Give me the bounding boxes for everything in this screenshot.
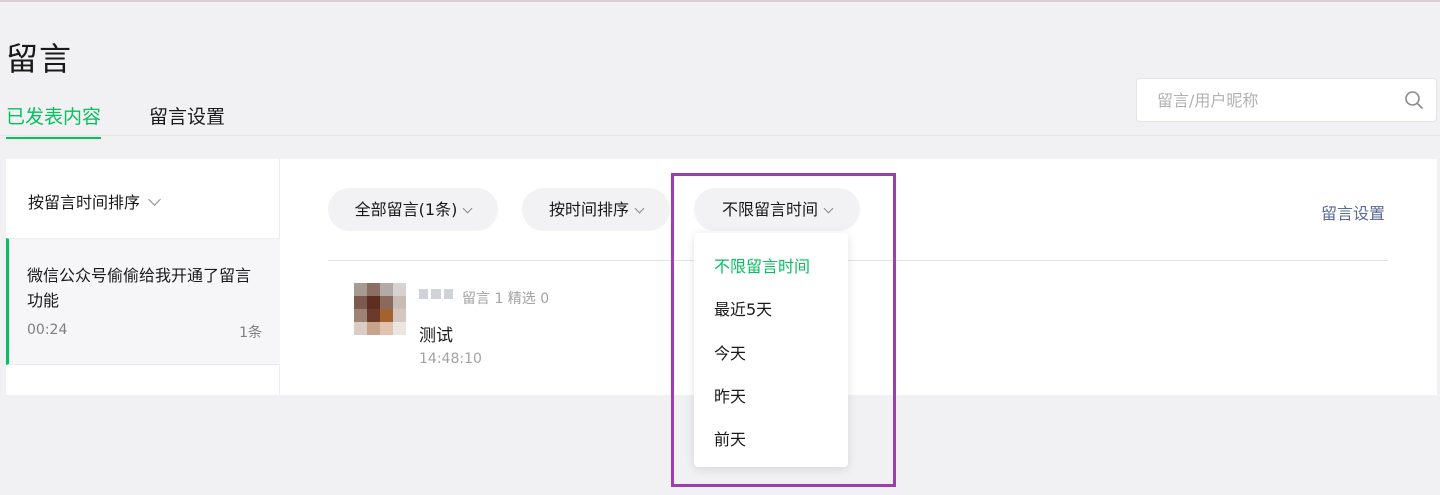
filter-sort-dropdown[interactable]: 按时间排序 <box>522 188 670 231</box>
page-title: 留言 <box>6 40 73 78</box>
chevron-down-icon <box>634 203 645 214</box>
menu-item-yesterday[interactable]: 昨天 <box>714 383 746 407</box>
menu-item-unlimited-time[interactable]: 不限留言时间 <box>714 253 810 277</box>
time-filter-menu: 不限留言时间 最近5天 今天 昨天 前天 <box>694 233 848 467</box>
avatar[interactable] <box>354 283 406 335</box>
article-list-item[interactable]: 微信公众号偷偷给我开通了留言功能 00:24 1条 <box>6 238 280 365</box>
filter-sort-label: 按时间排序 <box>548 200 629 219</box>
search-input[interactable] <box>1137 79 1397 121</box>
top-border <box>0 0 1440 2</box>
comment-settings-link[interactable]: 留言设置 <box>1321 200 1385 224</box>
article-comment-count: 1条 <box>239 325 262 341</box>
menu-item-today[interactable]: 今天 <box>714 340 746 364</box>
chevron-down-icon <box>823 203 834 214</box>
comment-time: 14:48:10 <box>419 351 482 367</box>
sidebar-sort-dropdown[interactable]: 按留言时间排序 <box>28 189 161 213</box>
list-divider <box>328 260 1388 261</box>
tab-published-content[interactable]: 已发表内容 <box>6 102 102 139</box>
chevron-down-icon <box>148 193 161 206</box>
search-icon[interactable] <box>1404 90 1424 110</box>
tab-comment-settings[interactable]: 留言设置 <box>149 102 225 129</box>
filter-all-label: 全部留言(1条) <box>354 200 458 219</box>
tabs-divider <box>0 135 1440 136</box>
menu-item-last-5-days[interactable]: 最近5天 <box>714 296 772 320</box>
commenter-name-blurred[interactable] <box>419 289 453 299</box>
article-title: 微信公众号偷偷给我开通了留言功能 <box>27 266 252 310</box>
filter-all-comments-dropdown[interactable]: 全部留言(1条) <box>328 188 498 231</box>
sidebar-sort-label: 按留言时间排序 <box>28 193 141 212</box>
chevron-down-icon <box>462 203 473 214</box>
search-box <box>1136 78 1437 122</box>
filter-time-label: 不限留言时间 <box>721 200 818 219</box>
menu-item-day-before-yesterday[interactable]: 前天 <box>714 426 746 450</box>
article-sidebar: 按留言时间排序 微信公众号偷偷给我开通了留言功能 00:24 1条 <box>6 159 280 395</box>
article-time: 00:24 <box>27 322 68 338</box>
filter-time-dropdown[interactable]: 不限留言时间 <box>694 188 860 231</box>
comment-text: 测试 <box>419 326 453 346</box>
comment-meta: 留言 1 精选 0 <box>462 291 550 307</box>
